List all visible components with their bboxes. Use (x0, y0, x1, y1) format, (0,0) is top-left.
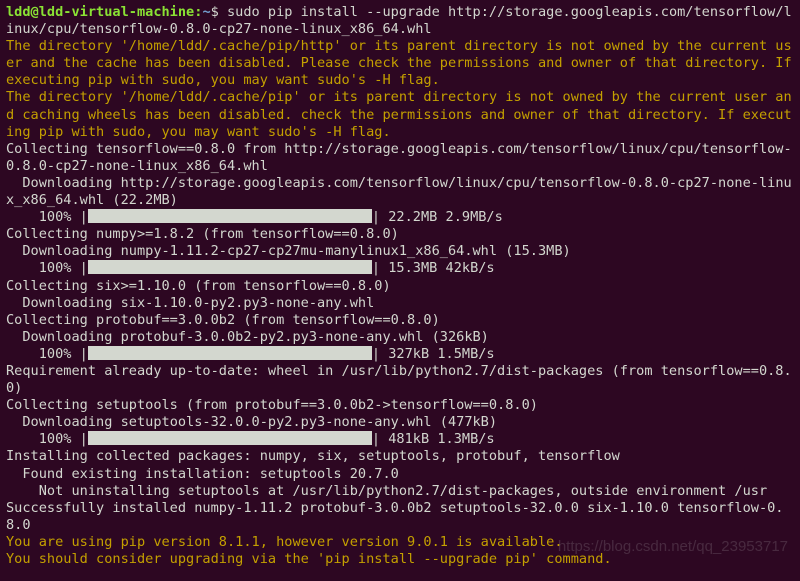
progress-bar-icon (88, 431, 372, 445)
progress-row-numpy: 100% | | 15.3MB 42kB/s (6, 260, 503, 276)
prompt-user-host: ldd@ldd-virtual-machine (6, 4, 194, 20)
progress-tail: | 327kB 1.5MB/s (372, 346, 503, 362)
progress-row-tensorflow: 100% | | 22.2MB 2.9MB/s (6, 209, 511, 225)
progress-tail: | 481kB 1.3MB/s (372, 431, 503, 447)
progress-row-protobuf: 100% | | 327kB 1.5MB/s (6, 346, 503, 362)
line-download-tensorflow: Downloading http://storage.googleapis.co… (6, 175, 792, 208)
line-collect-tensorflow: Collecting tensorflow==0.8.0 from http:/… (6, 141, 792, 174)
progress-tail: | 22.2MB 2.9MB/s (372, 209, 511, 225)
terminal-viewport[interactable]: ldd@ldd-virtual-machine:~$ sudo pip inst… (0, 0, 800, 572)
prompt-path: ~ (202, 4, 210, 20)
line-success: Successfully installed numpy-1.11.2 prot… (6, 500, 784, 533)
line-collect-protobuf: Collecting protobuf==3.0.0b2 (from tenso… (6, 312, 440, 328)
line-found-existing: Found existing installation: setuptools … (6, 466, 399, 482)
line-download-six: Downloading six-1.10.0-py2.py3-none-any.… (6, 295, 374, 311)
progress-row-setuptools: 100% | | 481kB 1.3MB/s (6, 431, 503, 447)
line-upgrade-suggestion: You should consider upgrading via the 'p… (6, 551, 612, 567)
progress-percent: 100% | (6, 431, 88, 447)
progress-percent: 100% | (6, 346, 88, 362)
progress-bar-icon (88, 260, 372, 274)
line-installing: Installing collected packages: numpy, si… (6, 448, 620, 464)
progress-bar-icon (88, 346, 372, 360)
line-download-numpy: Downloading numpy-1.11.2-cp27-cp27mu-man… (6, 243, 571, 259)
line-download-setuptools: Downloading setuptools-32.0.0-py2.py3-no… (6, 414, 497, 430)
prompt-dollar: $ (211, 4, 227, 20)
progress-tail: | 15.3MB 42kB/s (372, 260, 503, 276)
progress-percent: 100% | (6, 209, 88, 225)
progress-percent: 100% | (6, 260, 88, 276)
line-requirement-wheel: Requirement already up-to-date: wheel in… (6, 363, 792, 396)
line-collect-six: Collecting six>=1.10.0 (from tensorflow=… (6, 278, 391, 294)
line-collect-setuptools: Collecting setuptools (from protobuf==3.… (6, 397, 538, 413)
line-version-available: You are using pip version 8.1.1, however… (6, 534, 563, 550)
line-not-uninstalling: Not uninstalling setuptools at /usr/lib/… (6, 483, 767, 499)
progress-bar-icon (88, 209, 372, 223)
warning-cache-pip: The directory '/home/ldd/.cache/pip' or … (6, 89, 792, 139)
warning-cache-http: The directory '/home/ldd/.cache/pip/http… (6, 38, 800, 88)
line-download-protobuf: Downloading protobuf-3.0.0b2-py2.py3-non… (6, 329, 489, 345)
line-collect-numpy: Collecting numpy>=1.8.2 (from tensorflow… (6, 226, 399, 242)
